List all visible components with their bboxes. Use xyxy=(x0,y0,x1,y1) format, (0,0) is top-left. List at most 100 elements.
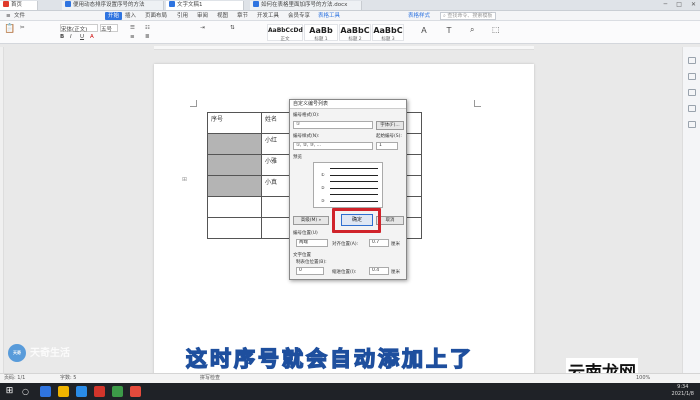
style-normal[interactable]: AaBbCcDd 正文 xyxy=(267,24,303,42)
taskbar-wps-icon[interactable] xyxy=(94,386,105,397)
video-caption: 这时序号就会自动添加上了 xyxy=(185,346,474,371)
menu-insert[interactable]: 插入 xyxy=(125,12,136,20)
table-cell[interactable]: 小红 xyxy=(261,133,292,155)
advanced-button[interactable]: 高级(M) » xyxy=(293,216,329,225)
table-cell[interactable]: 小雅 xyxy=(261,154,292,176)
italic-icon[interactable]: I xyxy=(70,34,72,40)
align-select[interactable]: 两端 xyxy=(296,239,328,247)
crop-mark xyxy=(190,100,197,107)
windows-taskbar: ⊞ ○ 9:34 2021/1/8 xyxy=(0,383,700,400)
style-sample: AaBbC xyxy=(340,26,370,35)
format-input[interactable]: ① xyxy=(293,121,373,129)
table-cell[interactable] xyxy=(261,217,292,239)
table-cell-selected[interactable] xyxy=(207,175,262,197)
new-style-icon[interactable]: Ａ xyxy=(420,25,428,36)
menu-layout[interactable]: 页面布局 xyxy=(145,12,167,20)
tab-doc-3[interactable]: 如何在表格里面加序号的方法.docx xyxy=(250,1,362,10)
tab-stop-label: 制表位位置(B): xyxy=(296,260,327,265)
custom-numbering-dialog: 自定义编号列表 编号格式(O): ① 字体(F)... 编号样式(N): ①, … xyxy=(289,99,407,280)
table-cell[interactable] xyxy=(207,217,262,239)
style-label: 标题 1 xyxy=(314,37,328,42)
table-cell[interactable] xyxy=(207,196,262,218)
sidebar-tool-icon[interactable] xyxy=(688,105,696,112)
font-button[interactable]: 字体(F)... xyxy=(376,121,404,130)
font-color-icon[interactable]: A xyxy=(90,34,94,40)
search-input[interactable]: ⌕ 查找命令、搜索模板 xyxy=(440,12,496,20)
menu-home[interactable]: 开始 xyxy=(105,12,123,20)
word-count: 字数: 5 xyxy=(60,375,77,381)
menu-file[interactable]: 文件 xyxy=(14,12,25,20)
windows-start-icon[interactable]: ⊞ xyxy=(4,386,15,397)
sidebar-tool-icon[interactable] xyxy=(688,73,696,80)
menu-member[interactable]: 会员专享 xyxy=(288,12,310,20)
menu-references[interactable]: 引用 xyxy=(177,12,188,20)
sidebar-tool-icon[interactable] xyxy=(688,57,696,64)
sidebar-tool-icon[interactable] xyxy=(688,89,696,96)
underline-icon[interactable]: U xyxy=(80,34,84,40)
zoom-level[interactable]: 100% xyxy=(636,374,650,383)
cut-icon[interactable]: ✂ xyxy=(20,25,25,31)
table-cell-selected[interactable] xyxy=(207,154,262,176)
taskbar-folder-icon[interactable] xyxy=(58,386,69,397)
style-heading-3[interactable]: AaBbC 标题 3 xyxy=(372,24,404,42)
spell-check[interactable]: 拼写检查 xyxy=(200,374,220,383)
sort-icon[interactable]: ⇅ xyxy=(230,25,235,31)
table-cell[interactable]: 小真 xyxy=(261,175,292,197)
maximize-icon[interactable]: □ xyxy=(676,1,682,8)
menu-chapter[interactable]: 章节 xyxy=(237,12,248,20)
table-cell[interactable]: 姓名 xyxy=(261,112,292,134)
menu-devtools[interactable]: 开发工具 xyxy=(257,12,279,20)
tab-doc-1[interactable]: 便用动态排序设置序号的方法 xyxy=(62,1,164,10)
taskbar-app-icon[interactable] xyxy=(112,386,123,397)
style-heading-2[interactable]: AaBbC 标题 2 xyxy=(339,24,371,42)
font-name-select[interactable]: 宋体(正文) xyxy=(60,24,98,33)
numbered-list-icon[interactable]: ☷ xyxy=(145,25,150,31)
preview-label: 预览 xyxy=(293,155,302,160)
search-icon: ⌕ xyxy=(443,13,446,19)
taskbar-app-icon[interactable] xyxy=(40,386,51,397)
align-pos-input[interactable]: 0.7 xyxy=(369,239,389,247)
sidebar-tool-icon[interactable] xyxy=(688,121,696,128)
doc-icon xyxy=(169,1,175,7)
taskbar-app-icon[interactable] xyxy=(130,386,141,397)
align-left-icon[interactable]: ≡ xyxy=(130,34,135,40)
window-controls: ─ □ ✕ xyxy=(655,1,696,8)
tab-doc-2[interactable]: 文字文稿1 xyxy=(166,1,244,10)
menu-review[interactable]: 审阅 xyxy=(197,12,208,20)
search-placeholder: 查找命令、搜索模板 xyxy=(447,13,493,19)
text-tools-icon[interactable]: Ｔ xyxy=(445,25,453,36)
bullet-list-icon[interactable]: ☰ xyxy=(130,25,135,31)
table-cell[interactable] xyxy=(261,196,292,218)
table-move-handle-icon[interactable]: ⊞ xyxy=(182,176,187,183)
paste-icon[interactable]: 📋 xyxy=(4,24,15,34)
clock-date: 2021/1/8 xyxy=(671,391,694,397)
menu-table-tools[interactable]: 表格工具 xyxy=(318,12,340,20)
menu-view[interactable]: 视图 xyxy=(217,12,228,20)
preview-line xyxy=(330,188,378,189)
vertical-ruler[interactable] xyxy=(0,47,4,373)
tab-stop-input[interactable]: 0 xyxy=(296,267,324,275)
menu-hamburger-icon[interactable]: ≡ xyxy=(6,12,11,20)
align-center-icon[interactable]: ≣ xyxy=(145,34,150,40)
table-cell[interactable]: 序号 xyxy=(207,112,262,134)
minimize-icon[interactable]: ─ xyxy=(664,1,668,8)
menu-table-style[interactable]: 表格样式 xyxy=(408,12,430,20)
style-heading-1[interactable]: AaBb 标题 1 xyxy=(304,24,338,42)
select-icon[interactable]: ⬚ xyxy=(492,25,500,34)
style-select[interactable]: ①, ②, ③, ... xyxy=(293,142,373,150)
taskbar-browser-icon[interactable] xyxy=(76,386,87,397)
taskbar-search-icon[interactable]: ○ xyxy=(22,386,33,397)
preview-number: ① xyxy=(321,172,325,177)
font-size-select[interactable]: 五号 xyxy=(100,24,118,33)
start-input[interactable]: 1 xyxy=(376,142,398,150)
indent-input[interactable]: 0.4 xyxy=(369,267,389,275)
bold-icon[interactable]: B xyxy=(60,34,64,40)
horizontal-ruler[interactable] xyxy=(154,46,534,50)
table-cell-selected[interactable] xyxy=(207,133,262,155)
tab-home[interactable]: 首页 xyxy=(0,1,38,10)
taskbar-clock[interactable]: 9:34 2021/1/8 xyxy=(672,384,694,398)
style-label: 正文 xyxy=(280,37,290,42)
close-icon[interactable]: ✕ xyxy=(691,1,696,8)
indent-icon[interactable]: ⇥ xyxy=(200,25,205,31)
find-replace-icon[interactable]: ⌕ xyxy=(470,25,474,35)
